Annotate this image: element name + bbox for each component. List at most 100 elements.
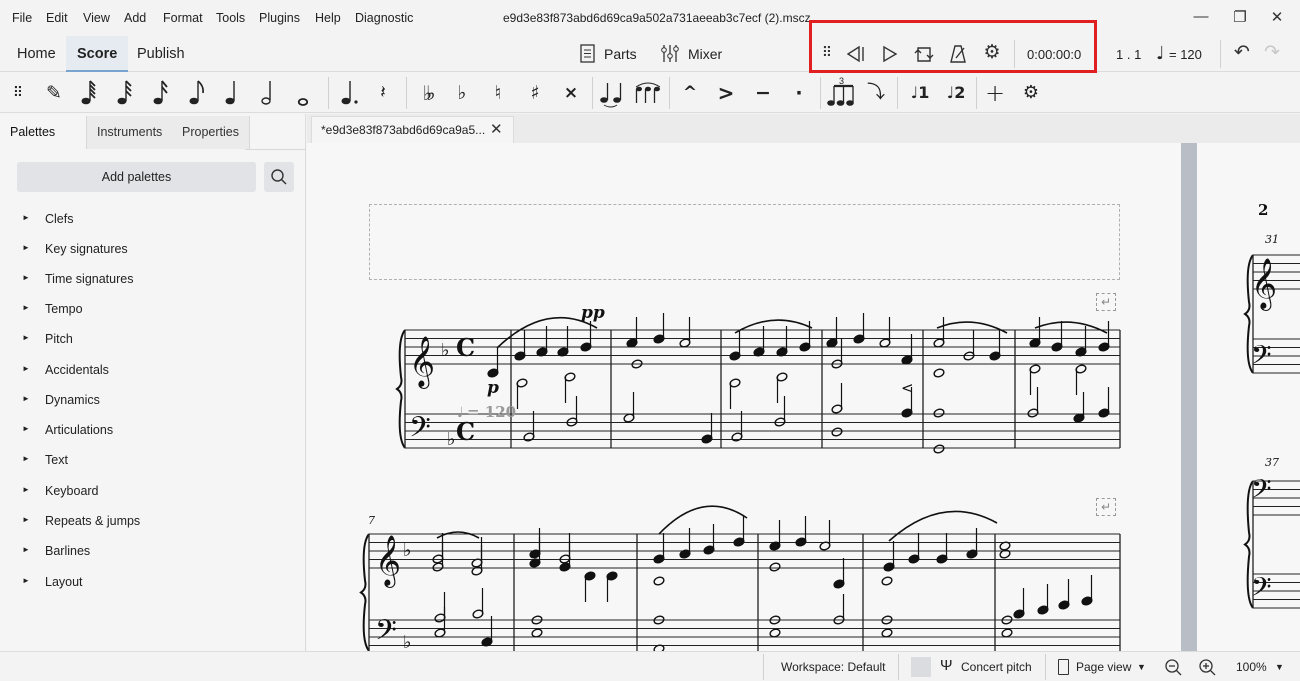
- close-tab-icon[interactable]: ✕: [490, 120, 503, 138]
- menu-bar: File Edit View Add Format Tools Plugins …: [0, 0, 1300, 36]
- concert-pitch-label[interactable]: Concert pitch: [961, 660, 1032, 674]
- tuplet-icon[interactable]: 3: [826, 75, 856, 109]
- dropdown-arrow-icon[interactable]: ▼: [1275, 662, 1284, 672]
- separator: [1220, 40, 1221, 68]
- palette-time-signatures[interactable]: ► Time signatures: [0, 265, 300, 295]
- menu-help[interactable]: Help: [315, 11, 341, 25]
- quarter-note-icon[interactable]: [225, 81, 235, 105]
- menu-edit[interactable]: Edit: [46, 11, 68, 25]
- palette-accidentals[interactable]: ► Accidentals: [0, 356, 300, 386]
- whole-note-icon[interactable]: [297, 98, 308, 106]
- slur: [734, 319, 813, 334]
- flat-icon[interactable]: ♭: [448, 79, 476, 107]
- tab-properties[interactable]: Properties: [172, 116, 250, 149]
- menu-diagnostic[interactable]: Diagnostic: [355, 11, 413, 25]
- double-sharp-icon[interactable]: ×: [557, 79, 585, 107]
- accent-icon[interactable]: >: [712, 79, 740, 107]
- add-palettes-button[interactable]: Add palettes: [17, 162, 256, 192]
- close-window-button[interactable]: ✕: [1262, 8, 1292, 28]
- rest-icon[interactable]: 𝄽: [369, 79, 397, 107]
- document-tab[interactable]: *e9d3e83f873abd6d69ca9a5... ✕: [311, 116, 514, 143]
- 32nd-note-icon[interactable]: [117, 80, 132, 105]
- palette-label: Text: [45, 453, 68, 467]
- treble-clef: 𝄞: [375, 535, 401, 588]
- palette-label: Dynamics: [45, 393, 100, 407]
- palette-key-signatures[interactable]: ► Key signatures: [0, 235, 300, 265]
- drag-handle-icon[interactable]: ⠿: [4, 79, 32, 107]
- note: [831, 427, 843, 437]
- double-flat-icon[interactable]: ♭♭: [412, 79, 440, 107]
- view-mode-dropdown[interactable]: Page view: [1076, 660, 1131, 674]
- score-canvas[interactable]: ↵ ↵ 𝄞 𝄢 ♭ ♭ C C ♩ = 120 p pp < 7 𝄞 𝄢 ♭ ♭…: [307, 143, 1300, 651]
- palette-tempo[interactable]: ► Tempo: [0, 295, 300, 325]
- palette-label: Repeats & jumps: [45, 514, 141, 528]
- undo-icon[interactable]: ↶: [1230, 41, 1254, 64]
- menu-view[interactable]: View: [83, 11, 110, 25]
- menu-file[interactable]: File: [12, 11, 32, 25]
- slur-icon[interactable]: [632, 77, 664, 109]
- separator: [328, 77, 329, 109]
- palette-clefs[interactable]: ► Clefs: [0, 205, 300, 235]
- voice-1-icon[interactable]: ♩1: [904, 79, 936, 107]
- measure-number: 37: [1265, 456, 1279, 469]
- workspace-selector[interactable]: Workspace: Default: [781, 660, 886, 674]
- minimize-button[interactable]: —: [1186, 8, 1216, 28]
- zoom-out-icon[interactable]: [1164, 658, 1184, 678]
- time-signature-common: C: [456, 417, 475, 446]
- dynamic-p: p: [487, 378, 499, 398]
- parts-icon: [580, 44, 595, 63]
- sharp-icon[interactable]: ♯: [521, 79, 549, 107]
- menu-tools[interactable]: Tools: [216, 11, 245, 25]
- palette-articulations[interactable]: ► Articulations: [0, 416, 300, 446]
- 64th-note-icon[interactable]: [81, 80, 96, 105]
- tenuto-icon[interactable]: −: [749, 79, 777, 107]
- palette-dynamics[interactable]: ► Dynamics: [0, 386, 300, 416]
- tab-palettes[interactable]: Palettes ···: [0, 116, 87, 172]
- restore-button[interactable]: ❐: [1225, 8, 1255, 28]
- marcato-icon[interactable]: ^: [676, 79, 704, 107]
- palette-pitch[interactable]: ► Pitch: [0, 325, 300, 355]
- half-note-icon[interactable]: [261, 81, 271, 105]
- mixer-label: Mixer: [688, 46, 723, 62]
- palette-repeats-jumps[interactable]: ► Repeats & jumps: [0, 507, 300, 537]
- tie-icon[interactable]: [598, 77, 628, 109]
- tab-publish[interactable]: Publish: [126, 36, 196, 72]
- menu-format[interactable]: Format: [163, 11, 203, 25]
- staccato-icon[interactable]: ·: [785, 79, 813, 107]
- palette-label: Layout: [45, 575, 83, 589]
- palette-search-button[interactable]: [264, 162, 294, 192]
- zoom-in-icon[interactable]: [1198, 658, 1218, 678]
- palette-keyboard[interactable]: ► Keyboard: [0, 477, 300, 507]
- note: [653, 644, 665, 651]
- zoom-level[interactable]: 100%: [1236, 660, 1267, 674]
- note: [769, 562, 781, 572]
- dropdown-arrow-icon[interactable]: ▼: [1137, 662, 1146, 672]
- tab-home[interactable]: Home: [6, 36, 67, 72]
- tab-score[interactable]: Score: [66, 36, 129, 72]
- concert-pitch-checkbox[interactable]: [911, 657, 931, 677]
- expand-arrow-icon: ►: [22, 576, 30, 585]
- menu-add[interactable]: Add: [124, 11, 146, 25]
- tempo-note-icon: ♩: [1156, 43, 1165, 64]
- palette-barlines[interactable]: ► Barlines: [0, 537, 300, 567]
- score-notation: 𝄞 𝄢 ♭ ♭ C C ♩ = 120 p pp < 7 𝄞 𝄢 ♭ ♭ 2 3…: [359, 201, 1300, 651]
- expand-arrow-icon: ►: [22, 424, 30, 433]
- tab-instruments[interactable]: Instruments: [87, 116, 174, 149]
- tempo-value: = 120: [1169, 47, 1202, 62]
- note-input-pencil-icon[interactable]: ✎: [40, 79, 68, 107]
- flip-direction-icon[interactable]: ⤵: [862, 79, 890, 107]
- natural-icon[interactable]: ♮: [484, 79, 512, 107]
- palette-layout[interactable]: ► Layout: [0, 568, 300, 598]
- customize-toolbar-icon[interactable]: ⚙: [1017, 79, 1045, 107]
- 16th-note-icon[interactable]: [153, 80, 168, 105]
- redo-icon[interactable]: ↷: [1260, 41, 1284, 64]
- palette-text[interactable]: ► Text: [0, 446, 300, 476]
- expand-arrow-icon: ►: [22, 273, 30, 282]
- time-signature-common: C: [456, 333, 475, 362]
- bass-clef: 𝄢: [409, 411, 431, 451]
- menu-plugins[interactable]: Plugins: [259, 11, 300, 25]
- add-icon[interactable]: +: [981, 79, 1009, 107]
- eighth-note-icon[interactable]: [189, 80, 204, 105]
- svg-text:3: 3: [839, 76, 844, 86]
- voice-2-icon[interactable]: ♩2: [940, 79, 972, 107]
